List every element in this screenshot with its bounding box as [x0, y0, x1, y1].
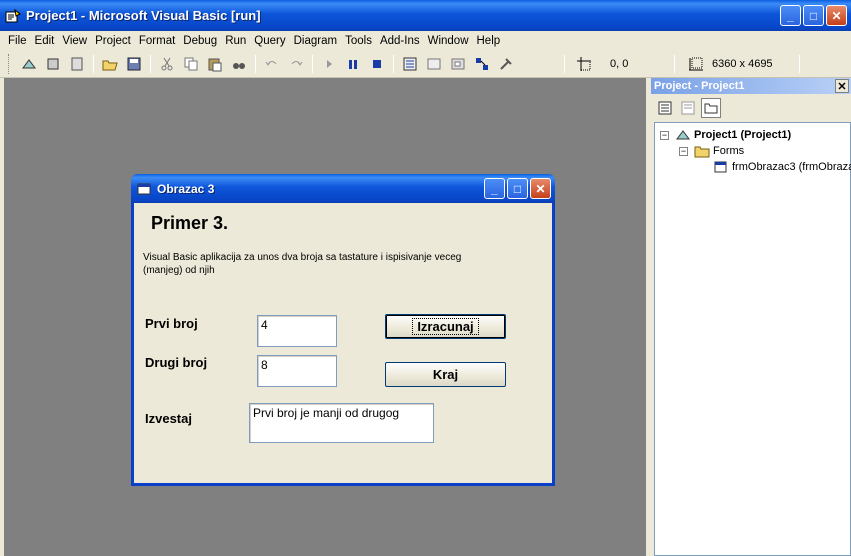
toolbar-separator [150, 55, 151, 73]
properties-window-icon[interactable] [425, 55, 443, 73]
form-heading: Primer 3. [151, 213, 229, 233]
menu-run[interactable]: Run [221, 35, 250, 47]
start-icon[interactable] [320, 55, 338, 73]
exit-button[interactable]: Kraj [385, 362, 506, 387]
toolbar-separator [255, 55, 256, 73]
add-project-icon[interactable] [20, 55, 38, 73]
minimize-button[interactable]: _ [780, 5, 801, 26]
form-close-button[interactable]: ✕ [530, 178, 551, 199]
size-icon [687, 55, 705, 73]
maximize-icon: □ [513, 181, 522, 196]
result-label: Izvestaj [145, 411, 192, 426]
form-description: Visual Basic aplikacija za unos dva broj… [143, 252, 462, 276]
collapse-icon[interactable]: − [679, 146, 688, 156]
project-explorer-icon[interactable] [401, 55, 419, 73]
project-tree: − Project1 (Project1) − Forms frmObrazac… [654, 122, 851, 556]
menu-project[interactable]: Project [91, 35, 135, 47]
minimize-icon: _ [491, 181, 498, 196]
menu-file[interactable]: File [4, 35, 31, 47]
tree-item-form[interactable]: frmObrazac3 (frmObrazac3) [713, 160, 851, 174]
calculate-button-label: Izracunaj [412, 318, 479, 335]
collapse-icon[interactable]: − [660, 130, 669, 140]
form-name: frmObrazac3 (frmObrazac3) [732, 161, 851, 173]
result-output[interactable]: Prvi broj je manji od drugog [249, 403, 434, 443]
close-button[interactable]: ✕ [826, 5, 847, 26]
project-explorer-toolbar [651, 94, 851, 122]
menu-add-ins[interactable]: Add-Ins [376, 35, 424, 47]
toolbar-separator [798, 55, 800, 73]
redo-icon[interactable] [287, 55, 305, 73]
view-code-icon[interactable] [655, 98, 675, 118]
menu-format[interactable]: Format [135, 35, 179, 47]
first-number-input[interactable]: 4 [257, 315, 337, 347]
save-icon[interactable] [125, 55, 143, 73]
form-body: Primer 3. Visual Basic aplikacija za uno… [134, 203, 552, 483]
copy-icon[interactable] [182, 55, 200, 73]
menu-bar: File Edit View Project Format Debug Run … [0, 31, 851, 51]
toolbar-separator [393, 55, 394, 73]
tree-item-project[interactable]: − Project1 (Project1) [660, 128, 791, 142]
menu-diagram[interactable]: Diagram [290, 35, 341, 47]
toggle-folders-icon[interactable] [701, 98, 721, 118]
end-icon[interactable] [368, 55, 386, 73]
close-icon: ✕ [831, 8, 842, 23]
menu-window[interactable]: Window [424, 35, 473, 47]
paste-icon[interactable] [206, 55, 224, 73]
undo-icon[interactable] [263, 55, 281, 73]
form-title-bar[interactable]: Obrazac 3 _ □ ✕ [131, 174, 555, 203]
break-icon[interactable] [344, 55, 362, 73]
form-icon [714, 161, 727, 173]
size-readout: 6360 x 4695 [712, 58, 773, 70]
toolbar-separator [564, 55, 565, 73]
menu-edit[interactable]: Edit [31, 35, 59, 47]
maximize-icon: □ [809, 8, 818, 23]
maximize-button[interactable]: □ [803, 5, 824, 26]
view-object-icon[interactable] [678, 98, 698, 118]
menu-debug[interactable]: Debug [179, 35, 221, 47]
second-number-label: Drugi broj [145, 355, 208, 370]
main-title-bar[interactable]: Project1 - Microsoft Visual Basic [run] … [0, 0, 851, 31]
find-icon[interactable] [230, 55, 248, 73]
form-window-icon [137, 183, 151, 194]
form-maximize-button[interactable]: □ [507, 178, 528, 199]
second-number-input[interactable]: 8 [257, 355, 337, 387]
menu-editor-icon[interactable] [68, 55, 86, 73]
menu-help[interactable]: Help [473, 35, 505, 47]
toolbar-grip[interactable] [8, 54, 11, 74]
form-title: Obrazac 3 [157, 181, 215, 196]
calculate-button[interactable]: Izracunaj [385, 314, 506, 339]
form-layout-icon[interactable] [449, 55, 467, 73]
standard-toolbar: 0, 0 6360 x 4695 [0, 51, 851, 78]
close-icon: ✕ [535, 181, 546, 196]
form-minimize-button[interactable]: _ [484, 178, 505, 199]
toolbar-separator [674, 55, 675, 73]
folder-icon [694, 146, 710, 158]
toolbox-icon[interactable] [497, 55, 515, 73]
form-window: Obrazac 3 _ □ ✕ Primer 3. Visual Basic a… [131, 174, 555, 486]
object-browser-icon[interactable] [473, 55, 491, 73]
first-number-label: Prvi broj [145, 316, 198, 331]
toolbar-separator [312, 55, 313, 73]
exit-button-label: Kraj [432, 367, 459, 382]
project-explorer-close-button[interactable]: ✕ [835, 79, 849, 93]
minimize-icon: _ [787, 8, 794, 23]
tree-item-forms[interactable]: − Forms [679, 144, 744, 158]
project-explorer-title-bar[interactable]: Project - Project1 ✕ [651, 78, 851, 94]
position-readout: 0, 0 [610, 58, 629, 70]
project-explorer-title: Project - Project1 [654, 80, 745, 92]
add-form-icon[interactable] [44, 55, 62, 73]
toolbar-separator [93, 55, 94, 73]
cut-icon[interactable] [158, 55, 176, 73]
position-icon [575, 55, 593, 73]
menu-query[interactable]: Query [250, 35, 289, 47]
menu-tools[interactable]: Tools [341, 35, 376, 47]
window-title: Project1 - Microsoft Visual Basic [run] [26, 8, 261, 23]
project-icon [676, 130, 690, 140]
project-name: Project1 (Project1) [694, 129, 792, 141]
menu-view[interactable]: View [58, 35, 91, 47]
vb-app-icon [5, 8, 21, 22]
forms-folder-label: Forms [713, 145, 745, 157]
open-folder-icon[interactable] [101, 55, 119, 73]
project-explorer: Project - Project1 ✕ − Project1 (Project… [651, 78, 851, 556]
